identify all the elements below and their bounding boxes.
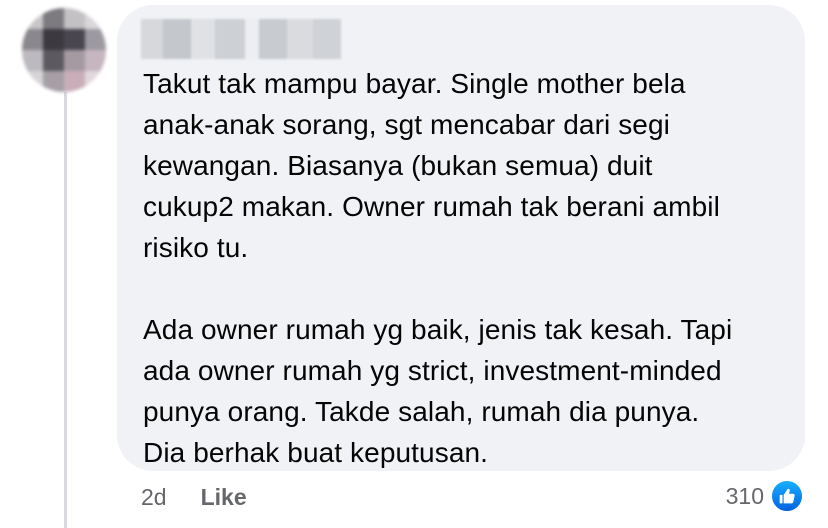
reaction-count: 310 [725,482,764,509]
comment-timestamp[interactable]: 2d [141,484,167,511]
comment-text: Takut tak mampu bayar. Single mother bel… [143,68,733,468]
like-button[interactable]: Like [201,484,247,511]
comment-bubble: Takut tak mampu bayar. Single mother bel… [117,5,805,471]
like-thumb-icon [770,479,804,513]
avatar[interactable] [22,8,106,92]
comment-actions: 2d Like [141,482,247,512]
reaction-summary[interactable]: 310 [725,479,804,513]
thread-line [64,92,67,528]
commenter-name-redacted[interactable] [141,19,341,59]
